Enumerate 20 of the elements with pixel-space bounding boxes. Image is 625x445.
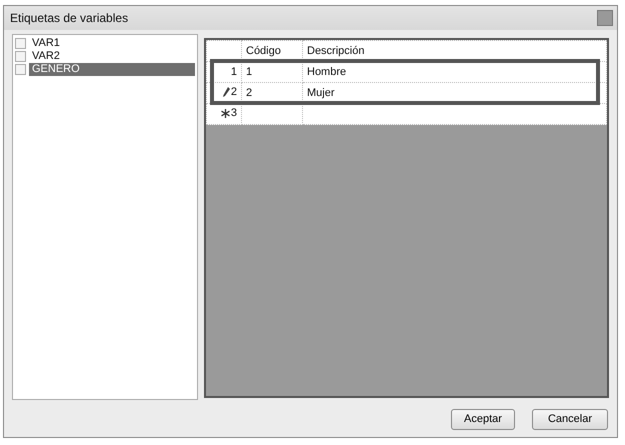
checkbox[interactable] [15, 51, 26, 62]
table-cell[interactable]: Hombre [302, 62, 606, 82]
row-header[interactable]: 1 [206, 62, 242, 82]
table-cell[interactable]: 1 [242, 62, 302, 82]
checkbox[interactable] [15, 64, 26, 75]
table-cell[interactable] [242, 104, 302, 124]
dialog-button[interactable]: Aceptar [451, 408, 515, 430]
variable-item[interactable]: GENERO [29, 63, 195, 76]
variable-item[interactable]: VAR1 [29, 37, 195, 50]
pencil-icon [222, 87, 230, 97]
variable-item[interactable]: VAR2 [29, 50, 195, 63]
row-header[interactable]: 2 [206, 82, 242, 104]
asterisk-icon [220, 108, 230, 118]
window-title: Etiquetas de variables [10, 11, 128, 25]
dialog-button[interactable]: Cancelar [532, 408, 608, 430]
row-header[interactable]: 3 [206, 104, 242, 124]
column-header[interactable]: Descripción [302, 40, 606, 62]
close-button[interactable] [597, 10, 613, 26]
table-cell[interactable] [302, 104, 606, 124]
checkbox[interactable] [15, 38, 26, 49]
